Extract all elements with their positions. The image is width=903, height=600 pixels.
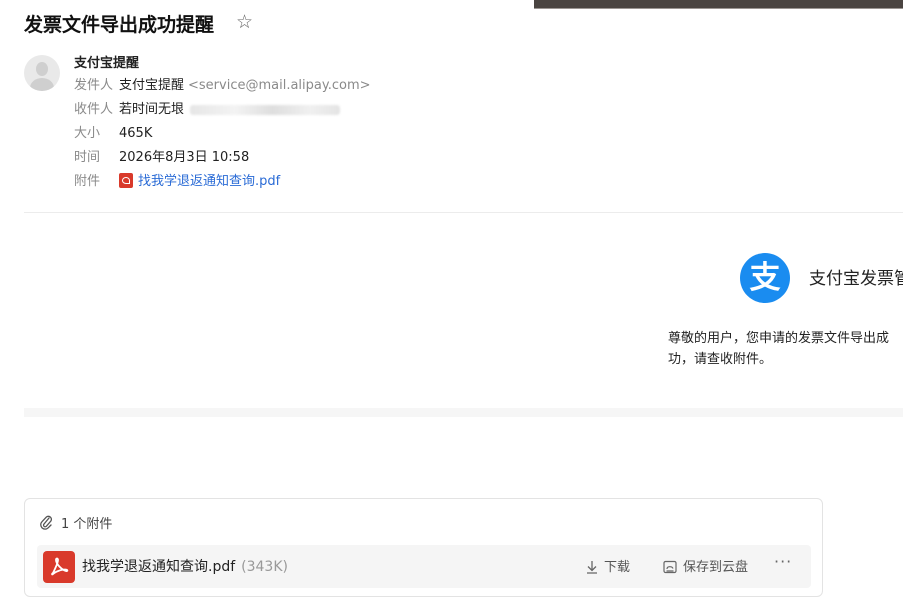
meta-from-row: 发件人 支付宝提醒 <service@mail.alipay.com> xyxy=(74,76,371,96)
file-size: (343K) xyxy=(241,559,288,575)
paperclip-icon xyxy=(40,515,52,530)
cloud-save-icon xyxy=(663,560,677,574)
header-divider xyxy=(24,212,903,213)
sender-name: 支付宝提醒 xyxy=(74,56,140,71)
attachment-panel: 1 个附件 找我学退返通知查询.pdf (343K) 下载 保存到云盘 ··· xyxy=(24,498,823,597)
attachment-item[interactable]: 找我学退返通知查询.pdf (343K) 下载 保存到云盘 ··· xyxy=(37,545,811,588)
meta-time-row: 时间 2026年8月3日 10:58 xyxy=(74,148,249,168)
attachment-link[interactable]: 找我学退返通知查询.pdf xyxy=(138,174,280,189)
alipay-logo: 支 xyxy=(740,253,790,303)
to-label: 收件人 xyxy=(74,102,114,117)
from-name[interactable]: 支付宝提醒 xyxy=(119,78,184,93)
from-label: 发件人 xyxy=(74,78,114,93)
meta-size-row: 大小 465K xyxy=(74,124,152,144)
attachment-file-name[interactable]: 找我学退返通知查询.pdf (343K) xyxy=(82,556,288,576)
meta-attach-row: 附件 找我学退返通知查询.pdf xyxy=(74,172,280,192)
pdf-icon xyxy=(119,173,133,188)
time-value: 2026年8月3日 10:58 xyxy=(119,150,250,165)
more-icon[interactable]: ··· xyxy=(774,552,792,571)
brand-title: 支付宝发票管 xyxy=(809,269,903,289)
email-body-text: 尊敬的用户，您申请的发票文件导出成功，请查收附件。 xyxy=(668,331,890,367)
time-label: 时间 xyxy=(74,150,101,165)
meta-to-row: 收件人 若时间无垠 xyxy=(74,100,341,120)
save-to-cloud-button[interactable]: 保存到云盘 xyxy=(663,556,748,575)
redacted-email xyxy=(190,104,341,115)
attach-label: 附件 xyxy=(74,174,101,189)
download-label: 下载 xyxy=(604,560,631,575)
body-footer-band xyxy=(24,408,903,417)
star-icon[interactable]: ☆ xyxy=(236,10,253,34)
from-email[interactable]: <service@mail.alipay.com> xyxy=(188,78,370,93)
pdf-icon xyxy=(43,551,75,583)
avatar xyxy=(24,55,60,91)
to-name[interactable]: 若时间无垠 xyxy=(119,102,184,117)
download-icon xyxy=(587,561,597,574)
attachment-count: 1 个附件 xyxy=(61,517,113,532)
size-value: 465K xyxy=(119,126,153,141)
download-button[interactable]: 下载 xyxy=(586,556,630,575)
size-label: 大小 xyxy=(74,126,101,141)
file-name-text[interactable]: 找我学退返通知查询.pdf xyxy=(82,559,235,575)
save-cloud-label: 保存到云盘 xyxy=(683,560,749,575)
window-edge-bar xyxy=(534,0,903,9)
email-subject: 发票文件导出成功提醒 xyxy=(24,14,215,36)
